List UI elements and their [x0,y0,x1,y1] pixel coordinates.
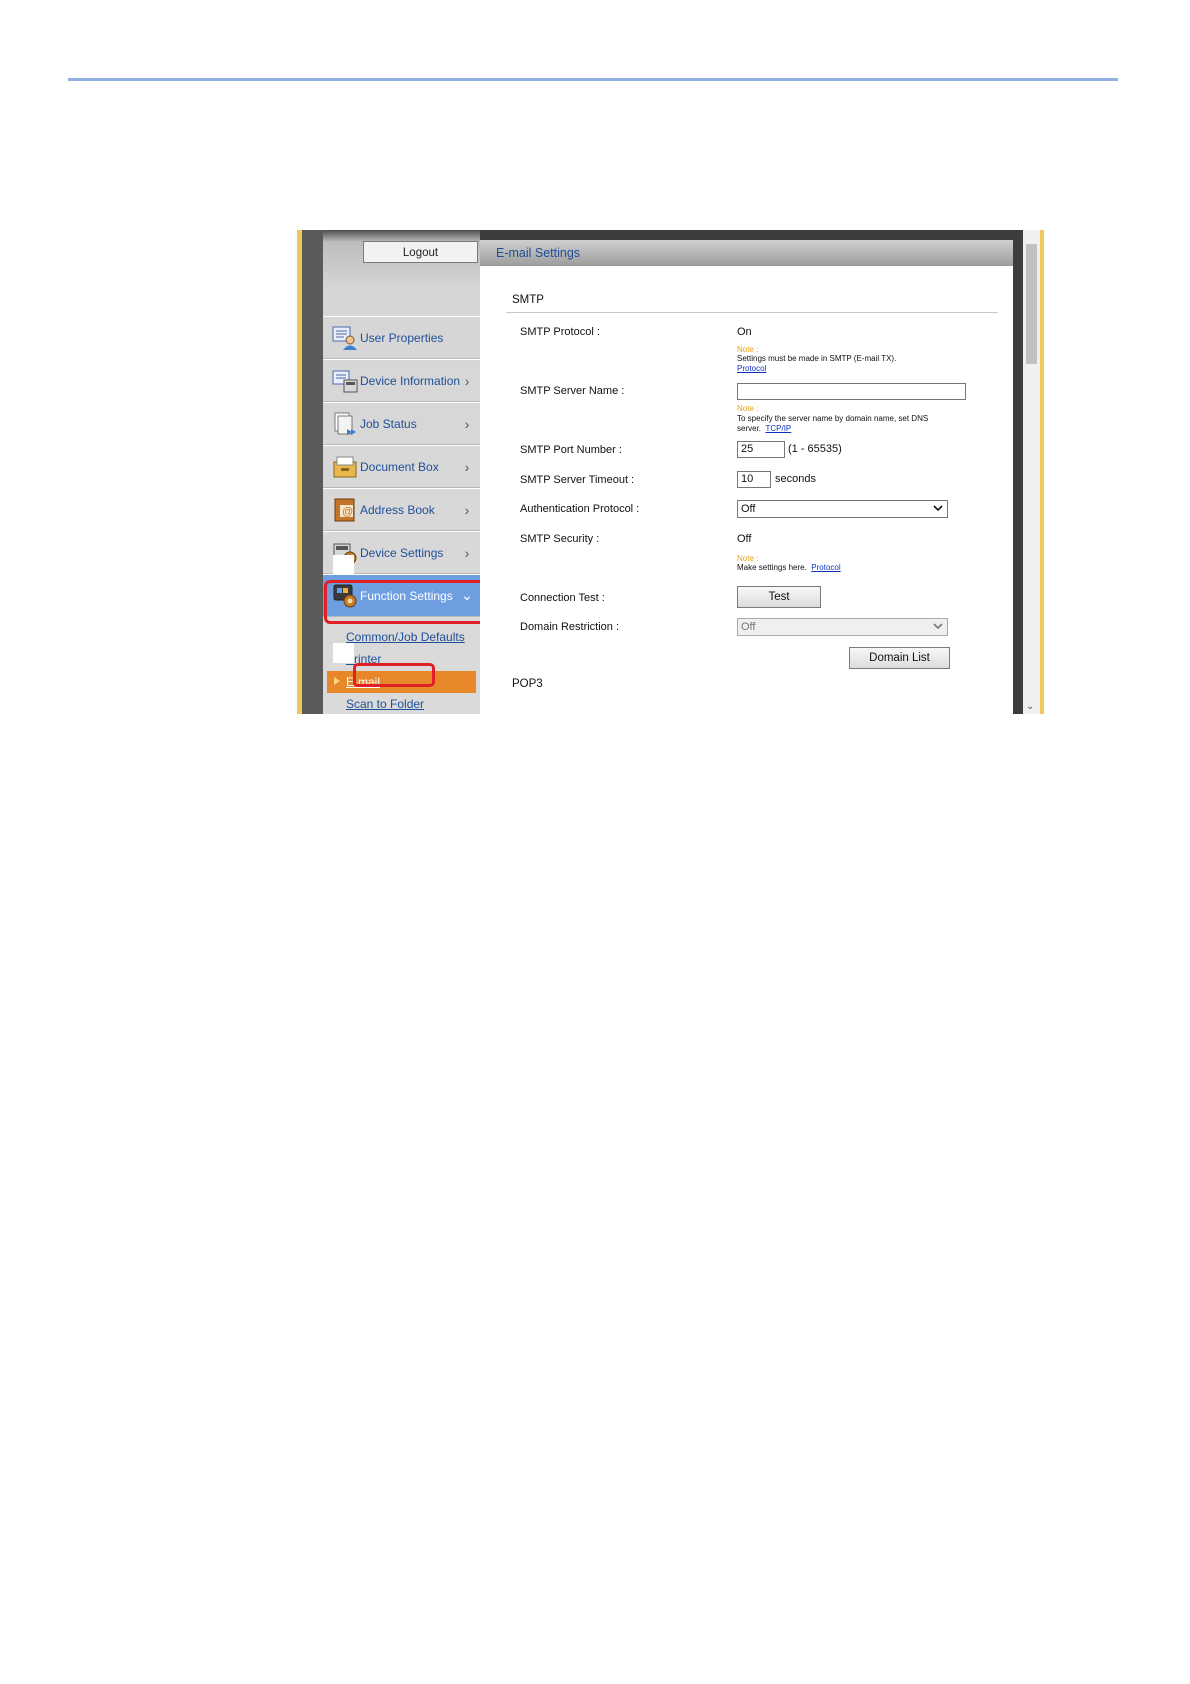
domain-list-button[interactable]: Domain List [849,647,950,669]
note-text-line: Make settings here. [737,563,807,572]
left-frame-edge [297,230,323,714]
smtp-port-input[interactable]: 25 [737,441,785,458]
embedded-web-ui-screenshot: Logout User Properties Device Informatio… [297,230,1065,714]
sidebar-sub-item-scan-to-folder[interactable]: Scan to Folder [323,693,480,714]
domain-restriction-label: Domain Restriction : [520,621,620,633]
selected-arrow-icon [334,677,340,685]
section-divider [506,312,998,313]
test-button[interactable]: Test [737,586,821,608]
section-title-smtp: SMTP [512,294,544,306]
auth-protocol-label: Authentication Protocol : [520,503,640,515]
connection-test-label: Connection Test : [520,592,605,604]
job-status-icon [334,412,356,435]
note-text: Make settings here. Protocol [737,563,841,573]
sidebar-item-job-status[interactable]: Job Status › [323,402,480,445]
highlight-function-settings [324,580,487,624]
highlight-email [353,663,435,687]
sidebar-item-device-information[interactable]: Device Information › [323,359,480,402]
sidebar-sub-item-label[interactable]: Scan to Folder [346,697,424,711]
right-frame-edge [1040,230,1065,714]
note-title: Note : [737,345,759,354]
sidebar-sub-item-label[interactable]: Common/Job Defaults [346,630,465,644]
chevron-right-icon: › [464,415,470,432]
user-properties-icon [332,326,357,350]
domain-restriction-select[interactable]: Off [737,618,948,636]
sidebar-item-address-book[interactable]: @ Address Book › [323,488,480,531]
protocol-link[interactable]: Protocol [737,364,766,373]
callout-box-2 [333,643,354,663]
chevron-right-icon: › [464,544,470,561]
svg-text:@: @ [342,506,353,518]
smtp-protocol-value: On [737,326,752,338]
sidebar-item-document-box[interactable]: Document Box › [323,445,480,488]
section-title-pop3: POP3 [512,678,543,690]
sidebar-item-label: Device Settings [360,545,444,560]
note-text-line: To specify the server name by domain nam… [737,414,929,423]
sidebar-item-label: Device Information [360,373,461,388]
note-title: Note : [737,554,759,563]
note-text: To specify the server name by domain nam… [737,414,928,434]
smtp-timeout-input[interactable]: 10 [737,471,771,488]
smtp-timeout-unit: seconds [775,473,816,485]
smtp-port-label: SMTP Port Number : [520,444,622,456]
chevron-right-icon: › [464,458,470,475]
note-text: Settings must be made in SMTP (E-mail TX… [737,354,896,374]
sidebar-item-label: Document Box [360,459,439,474]
chevron-down-icon [933,505,943,512]
smtp-server-name-input[interactable] [737,383,966,400]
chevron-right-icon: › [464,372,470,389]
auth-protocol-selected: Off [741,503,756,515]
smtp-timeout-label: SMTP Server Timeout : [520,474,635,486]
logout-button[interactable]: Logout [363,241,478,263]
settings-page: E-mail Settings SMTP SMTP Protocol : On … [480,240,1013,714]
sidebar-item-label: User Properties [360,330,444,345]
document-box-icon [333,456,357,477]
note-title: Note : [737,404,759,413]
scrollbar[interactable]: ⌄ [1023,230,1040,714]
page-title: E-mail Settings [480,240,1013,266]
smtp-port-range: (1 - 65535) [788,443,842,455]
scroll-down-icon[interactable]: ⌄ [1026,701,1034,712]
address-book-icon: @ [334,498,355,521]
smtp-security-value: Off [737,533,752,545]
main-panel: E-mail Settings SMTP SMTP Protocol : On … [480,230,1023,714]
device-information-icon [332,370,358,392]
chevron-right-icon: › [464,501,470,518]
page-top-rule [68,78,1118,81]
smtp-security-label: SMTP Security : [520,533,600,545]
chevron-down-icon [933,623,943,630]
sidebar-item-label: Address Book [360,502,435,517]
protocol-link[interactable]: Protocol [811,563,840,572]
note-text-line: server. [737,424,762,433]
sidebar: Logout User Properties Device Informatio… [323,230,487,714]
smtp-protocol-label: SMTP Protocol : [520,326,600,338]
smtp-server-name-label: SMTP Server Name : [520,385,625,397]
sidebar-item-user-properties[interactable]: User Properties [323,316,480,359]
callout-box-1 [333,555,354,575]
note-text-line: Settings must be made in SMTP (E-mail TX… [737,354,897,363]
tcpip-link[interactable]: TCP/IP [765,424,791,433]
sidebar-item-label: Job Status [360,416,417,431]
auth-protocol-select[interactable]: Off [737,500,948,518]
scrollbar-thumb[interactable] [1026,244,1037,364]
domain-restriction-selected: Off [741,621,756,633]
